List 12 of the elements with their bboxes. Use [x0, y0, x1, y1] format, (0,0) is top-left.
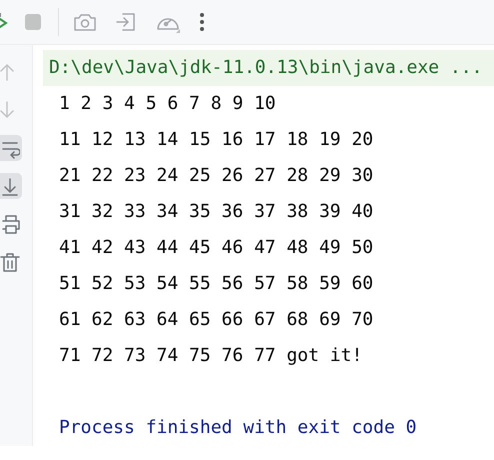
soft-wrap-icon[interactable]: [0, 135, 22, 161]
output-line: 61 62 63 64 65 66 67 68 69 70: [58, 308, 374, 332]
output-line: 31 32 33 34 35 36 37 38 39 40: [58, 200, 374, 224]
more-icon[interactable]: [199, 11, 205, 33]
output-line: 21 22 23 24 25 26 27 28 29 30: [58, 164, 374, 188]
exit-message: Process finished with exit code 0: [58, 416, 418, 440]
output-line: 1 2 3 4 5 6 7 8 9 10: [58, 92, 277, 116]
scroll-to-end-icon[interactable]: [0, 173, 22, 199]
output-line: 71 72 73 74 75 76 77 got it!: [58, 344, 364, 368]
output-line: 41 42 43 44 45 46 47 48 49 50: [58, 236, 374, 260]
output-line: 51 52 53 54 55 56 57 58 59 60: [58, 272, 374, 296]
output-line: 11 12 13 14 15 16 17 18 19 20: [58, 128, 374, 152]
